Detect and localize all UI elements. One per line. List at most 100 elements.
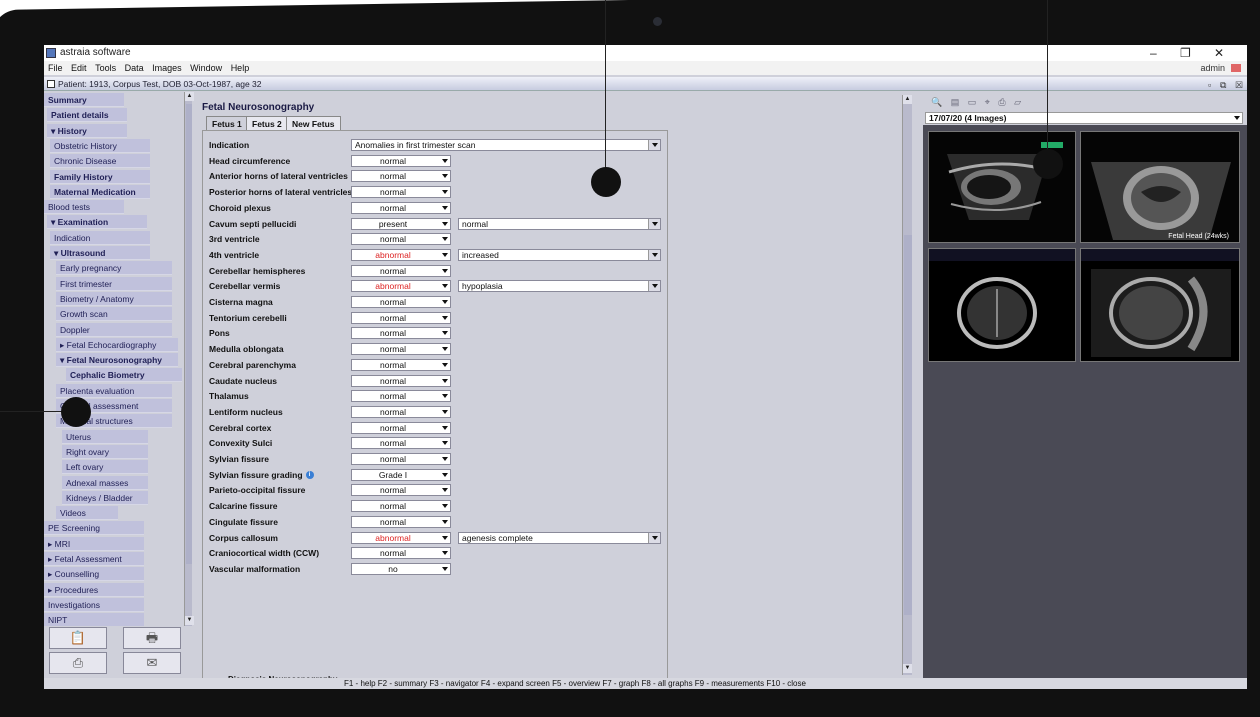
main-scrollbar[interactable]: ▲ ▼ (902, 95, 912, 675)
navigator-item[interactable]: Right ovary (62, 444, 148, 459)
detach-window-icon[interactable]: ⧉ (1220, 78, 1226, 92)
navigator-item[interactable]: Family History (50, 169, 150, 184)
navigator-item[interactable]: ▾ History (47, 123, 127, 138)
navigator-item[interactable]: Obstetric History (50, 138, 150, 153)
navigator-item[interactable]: Maternal Medication (50, 184, 150, 199)
navigator-item[interactable]: Cephalic Biometry (66, 368, 182, 383)
menu-edit[interactable]: Edit (71, 63, 87, 73)
navigator-item[interactable]: Indication (50, 230, 150, 245)
folder-icon[interactable]: ▱ (1014, 97, 1021, 107)
ultrasound-image-3[interactable] (928, 248, 1076, 362)
finding-select[interactable]: normal (351, 390, 451, 403)
navigator-item[interactable]: Left ovary (62, 460, 148, 475)
navigator-item[interactable]: Uterus (62, 429, 148, 444)
navigator-item[interactable]: ▾ Examination (47, 215, 147, 230)
restore-icon[interactable]: ❐ (1180, 45, 1191, 61)
finding-select[interactable]: normal (351, 405, 451, 418)
user-name[interactable]: admin (1200, 61, 1225, 75)
finding-select[interactable]: normal (351, 296, 451, 308)
send-button[interactable]: ✉ (123, 652, 181, 674)
finding-select[interactable]: normal (351, 484, 451, 497)
navigator-item[interactable]: ▸ MRI (44, 536, 144, 551)
navigator-item[interactable]: Videos (56, 506, 118, 521)
ultrasound-image-2[interactable]: Fetal Head (24wks) (1080, 131, 1240, 243)
navigator-item[interactable]: Early pregnancy (56, 261, 172, 276)
close-icon[interactable]: ✕ (1214, 45, 1224, 61)
finding-select[interactable]: present (351, 217, 451, 230)
navigator-item[interactable]: Summary (44, 93, 124, 107)
finding-select[interactable]: normal (351, 327, 451, 340)
finding-select[interactable]: normal (351, 515, 451, 528)
indication-select[interactable]: Anomalies in first trimester scan (351, 139, 661, 151)
finding-select[interactable]: abnormal (351, 280, 451, 293)
user-icon[interactable] (1231, 64, 1241, 72)
export-button[interactable]: ⎙ (49, 652, 107, 674)
finding-select[interactable]: Grade I (351, 468, 451, 481)
finding-select[interactable]: normal (351, 201, 451, 214)
tab-new-fetus[interactable]: New Fetus (286, 116, 341, 130)
finding-select[interactable]: normal (351, 358, 451, 371)
finding-select[interactable]: normal (351, 437, 451, 450)
menu-window[interactable]: Window (190, 63, 222, 73)
main-scroll-down-icon[interactable]: ▼ (903, 664, 912, 673)
main-scroll-up-icon[interactable]: ▲ (903, 95, 912, 104)
navigator-scroll-thumb[interactable] (186, 104, 192, 564)
navigator-item[interactable]: Chronic Disease (50, 154, 150, 169)
print-image-icon[interactable]: ⎙ (998, 97, 1005, 107)
ultrasound-image-1[interactable] (928, 131, 1076, 243)
print-button[interactable]: 🖶 (123, 627, 181, 649)
menu-images[interactable]: Images (152, 63, 182, 73)
navigator-scrollbar[interactable]: ▲ ▼ (184, 92, 194, 626)
menu-file[interactable]: File (48, 63, 63, 73)
ultrasound-image-4[interactable] (1080, 248, 1240, 362)
finding-select[interactable]: normal (351, 343, 451, 356)
finding-select[interactable]: normal (351, 421, 451, 434)
navigator-item[interactable]: Adnexal masses (62, 475, 148, 490)
finding-select[interactable]: normal (351, 500, 451, 513)
navigator-item[interactable]: First trimester (56, 276, 172, 291)
navigator-item[interactable]: Placenta evaluation (56, 383, 172, 398)
page-icon[interactable]: ▤ (951, 97, 960, 107)
finding-select[interactable]: no (351, 562, 451, 575)
finding-select[interactable]: normal (351, 311, 451, 324)
camera-capture-icon[interactable]: ▭ (968, 97, 977, 107)
scroll-up-icon[interactable]: ▲ (185, 92, 194, 101)
image-date-select[interactable]: 17/07/20 (4 Images) (925, 112, 1243, 124)
navigator-item[interactable]: Investigations (44, 597, 144, 612)
navigator-item[interactable]: Blood tests (44, 200, 124, 215)
finding-select[interactable]: normal (351, 374, 451, 387)
navigator-item[interactable]: ▸ Fetal Assessment (44, 552, 144, 566)
finding-select[interactable]: normal (351, 233, 451, 246)
navigator-item[interactable]: PE Screening (44, 521, 144, 536)
navigator-item[interactable]: Growth scan (56, 307, 172, 322)
info-icon[interactable]: i (305, 471, 314, 480)
menu-tools[interactable]: Tools (95, 63, 116, 73)
tab-fetus-2[interactable]: Fetus 2 (246, 116, 288, 130)
close-patient-icon[interactable]: ☒ (1235, 78, 1243, 92)
finding-select[interactable]: normal (351, 453, 451, 465)
float-window-icon[interactable]: ▫ (1208, 78, 1211, 92)
navigator-item[interactable]: ▸ Counselling (44, 567, 144, 582)
main-scroll-thumb[interactable] (904, 235, 912, 615)
finding-detail-select[interactable]: normal (458, 217, 661, 230)
navigator-item[interactable]: Patient details (47, 108, 127, 123)
measure-icon[interactable]: ⌖ (985, 97, 990, 107)
menu-data[interactable]: Data (125, 63, 144, 73)
finding-select[interactable]: abnormal (351, 531, 451, 544)
navigator-item[interactable]: ▸ Fetal Echocardiography (56, 337, 178, 352)
finding-select[interactable]: normal (351, 547, 451, 560)
navigator-item[interactable]: Kidneys / Bladder (62, 490, 148, 505)
navigator-item[interactable]: ▸ Procedures (44, 582, 144, 597)
finding-detail-select[interactable]: increased (458, 248, 661, 261)
navigator-item[interactable]: ▾ Ultrasound (50, 246, 150, 260)
navigator-item[interactable]: Biometry / Anatomy (56, 291, 172, 306)
menu-help[interactable]: Help (231, 63, 250, 73)
minimize-icon[interactable]: – (1150, 45, 1157, 61)
tab-fetus-1[interactable]: Fetus 1 (206, 116, 248, 130)
finding-select[interactable]: normal (351, 154, 451, 167)
finding-select[interactable]: normal (351, 186, 451, 199)
finding-detail-select[interactable]: agenesis complete (458, 531, 661, 544)
notes-button[interactable]: 📋 (49, 627, 107, 649)
zoom-icon[interactable]: 🔍 (931, 97, 942, 107)
finding-select[interactable]: normal (351, 170, 451, 183)
